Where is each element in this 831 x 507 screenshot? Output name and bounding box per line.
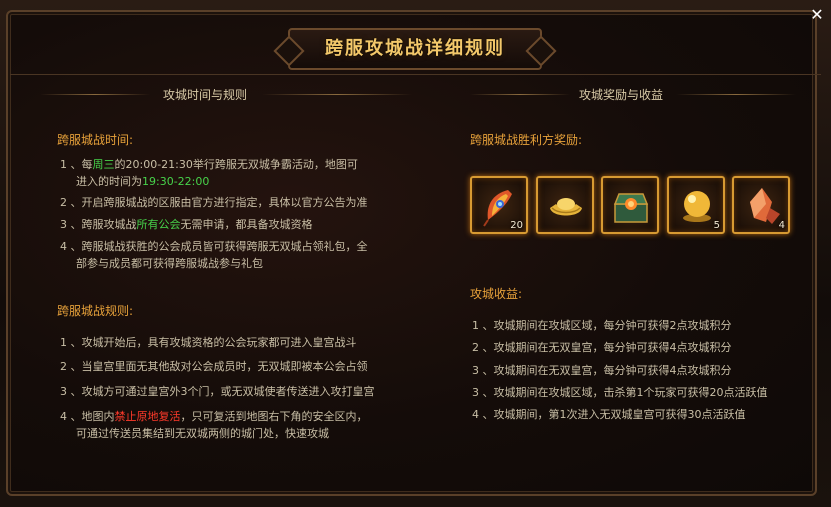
time-item-1: 1 、每周三的20:00-21:30举行跨服无双城争霸活动，地图可 [60, 158, 358, 171]
reward-count-1: 20 [510, 220, 523, 231]
right-header-ornament-right [676, 94, 796, 95]
income-item-4: 3 、攻城期间在攻城区域，击杀第1个玩家可获得20点活跃值 [472, 386, 768, 399]
time-item-3: 3 、跨服攻城战所有公会无需申请，都具备攻城资格 [60, 218, 313, 231]
time-item-4-cont: 部参与成员都可获得跨服城战参与礼包 [76, 257, 263, 270]
left-header-ornament-left [40, 94, 150, 95]
time-item-2: 2 、开启跨服城战的区服由官方进行指定，具体以官方公告为准 [60, 196, 368, 209]
close-button[interactable]: ✕ [808, 6, 826, 24]
income-item-2: 2 、攻城期间在无双皇宫，每分钟可获得4点攻城积分 [472, 341, 732, 354]
title-divider [10, 74, 821, 75]
rule-item-3: 3 、攻城方可通过皇宫外3个门，或无双城使者传送进入攻打皇宫 [60, 385, 375, 398]
left-section-header: 攻城时间与规则 [162, 88, 247, 102]
time-item-1-cont: 进入的时间为19:30-22:00 [76, 175, 210, 188]
reward-slot-1[interactable]: 20 [470, 176, 528, 234]
reward-slot-2[interactable] [536, 176, 594, 234]
income-item-1: 1 、攻城期间在攻城区域，每分钟可获得2点攻城积分 [472, 319, 732, 332]
title-plate: 跨服攻城战详细规则 [288, 28, 542, 70]
gold-ingot-icon [550, 198, 582, 216]
rules-heading: 跨服城战规则: [57, 304, 134, 318]
income-item-5: 4 、攻城期间，第1次进入无双城皇宫可获得30点活跃值 [472, 408, 746, 421]
rule-item-4: 4 、地图内禁止原地复活，只可复活到地图右下角的安全区内， [60, 410, 368, 423]
reward-count-4: 5 [713, 220, 720, 231]
dialog-window: 跨服攻城战详细规则 ✕ 攻城时间与规则 跨服城战时间: 1 、每周三的20:00… [0, 0, 831, 507]
dialog-title: 跨服攻城战详细规则 [325, 38, 505, 59]
golden-orb-icon [683, 191, 711, 222]
reward-count-5: 4 [778, 220, 785, 231]
treasure-chest-icon [613, 193, 649, 223]
time-heading: 跨服城战时间: [57, 133, 134, 147]
income-heading: 攻城收益: [470, 287, 523, 301]
rewards-heading: 跨服城战胜利方奖励: [470, 133, 583, 147]
crystal-ore-icon [750, 188, 780, 224]
right-header-ornament-left [470, 94, 570, 95]
reward-slot-4[interactable]: 5 [667, 176, 725, 234]
reward-slot-3[interactable] [601, 176, 659, 234]
reward-slot-5[interactable]: 4 [732, 176, 790, 234]
income-item-3: 3 、攻城期间在无双皇宫，每分钟可获得4点攻城积分 [472, 364, 732, 377]
right-section-header: 攻城奖励与收益 [578, 88, 663, 102]
left-header-ornament-right [262, 94, 412, 95]
rule-item-2: 2 、当皇宫里面无其他敌对公会成员时，无双城即被本公会占领 [60, 360, 368, 373]
rule-item-4-cont: 可通过传送员集结到无双城两侧的城门处，快速攻城 [76, 427, 329, 440]
close-icon: ✕ [810, 5, 824, 24]
time-item-4: 4 、跨服城战获胜的公会成员皆可获得跨服无双城占领礼包，全 [60, 240, 368, 253]
rule-item-1: 1 、攻城开始后，具有攻城资格的公会玩家都可进入皇宫战斗 [60, 336, 357, 349]
